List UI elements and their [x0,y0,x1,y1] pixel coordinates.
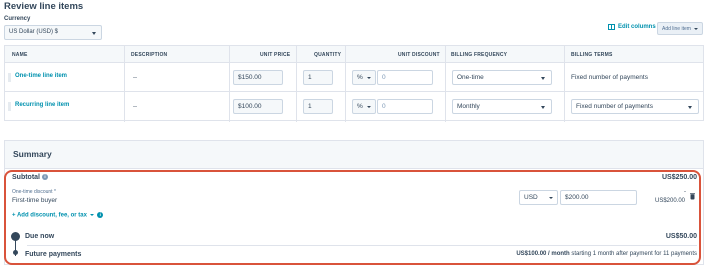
drag-handle-icon[interactable] [8,73,11,82]
discount-type-value: % [357,74,363,81]
discount-value: 0 [382,103,386,110]
table-row: One-time line item -- $150.00 1 % 0 One-… [5,63,703,92]
subtotal-label: Subtotal i [12,174,48,181]
discount-type-select[interactable]: % [352,99,376,114]
currency-label: Currency [4,16,31,22]
quantity-input[interactable]: 1 [303,70,333,85]
billing-frequency-value: Monthly [457,103,480,110]
line-item-name-link[interactable]: One-time line item [15,73,67,79]
billing-frequency-value: One-time [457,74,484,81]
chevron-down-icon [688,106,692,109]
info-icon[interactable]: i [42,174,48,181]
due-now-value: US$50.00 [665,233,697,240]
discount-type-select[interactable]: % [352,70,376,85]
add-discount-label: + Add discount, fee, or tax [12,212,87,219]
discount-amount-input[interactable]: $200.00 [560,190,637,205]
th-description: DESCRIPTION [131,52,168,58]
chevron-down-icon [694,28,698,30]
subtotal-label-text: Subtotal [12,174,40,181]
quantity-value: 1 [308,74,312,81]
page-title: Review line items [4,1,84,12]
discount-currency-value: USD [524,194,538,201]
subtotal-value: US$250.00 [661,174,697,181]
chevron-down-icon [92,32,96,35]
quantity-input[interactable]: 1 [303,99,333,114]
th-unit-price: UNIT PRICE [260,52,291,58]
discount-label: One-time discount * [12,189,56,195]
th-quantity: QUANTITY [314,52,342,58]
future-payments-desc: starting 1 month after payment for 11 pa… [569,251,697,257]
add-line-item-button[interactable]: Add line item [657,22,703,35]
billing-terms-select[interactable]: Fixed number of payments [571,99,699,114]
unit-price-value: $150.00 [238,74,262,81]
add-line-item-label: Add line item [662,26,691,32]
billing-terms-value: Fixed number of payments [576,103,653,110]
chevron-down-icon [549,197,553,199]
divider [27,245,697,246]
discount-currency-select[interactable]: USD [519,190,558,205]
billing-frequency-select[interactable]: Monthly [452,99,552,114]
currency-select[interactable]: US Dollar (USD) $ [4,25,102,40]
summary-title: Summary [13,149,52,159]
due-now-label: Due now [25,233,55,240]
unit-price-input[interactable]: $100.00 [233,99,283,114]
th-unit-discount: UNIT DISCOUNT [398,52,440,58]
chevron-down-icon [541,106,545,109]
unit-price-value: $100.00 [238,103,262,110]
discount-value-input[interactable]: 0 [377,70,433,85]
billing-terms-text: Fixed number of payments [571,74,648,81]
discount-result-value: US$200.00 [655,198,686,204]
future-payments-detail: US$100.00 / month starting 1 month after… [516,251,697,257]
discount-name: First-time buyer [12,197,58,204]
timeline-dot-icon [11,232,20,241]
chevron-down-icon [89,214,94,216]
description-cell: -- [133,104,137,110]
future-payments-label: Future payments [25,251,82,258]
table-header: NAME DESCRIPTION UNIT PRICE QUANTITY UNI… [5,46,703,63]
th-billing-terms: BILLING TERMS [571,52,613,58]
line-items-table: NAME DESCRIPTION UNIT PRICE QUANTITY UNI… [4,45,704,122]
chevron-down-icon [367,106,371,108]
discount-value-input[interactable]: 0 [377,99,433,114]
discount-amount-value: $200.00 [565,194,589,201]
edit-columns-button[interactable]: Edit columns [608,24,656,30]
delete-icon[interactable] [690,193,695,202]
future-payments-amount: US$100.00 / month [516,251,570,257]
description-cell: -- [133,75,137,81]
table-row: Recurring line item -- $100.00 1 % 0 Mon… [5,92,703,121]
discount-type-value: % [357,103,363,110]
th-billing-frequency: BILLING FREQUENCY [451,52,508,58]
columns-icon [608,24,615,30]
th-name: NAME [12,52,28,58]
quantity-value: 1 [308,103,312,110]
add-discount-button[interactable]: + Add discount, fee, or tax i [12,212,104,219]
discount-value: 0 [382,74,386,81]
discount-minus-sign: - [684,189,686,195]
chevron-down-icon [541,77,545,80]
billing-frequency-select[interactable]: One-time [452,70,552,85]
edit-columns-label: Edit columns [618,24,656,30]
summary-header: Summary [5,141,703,169]
drag-handle-icon[interactable] [8,102,11,111]
timeline-dot-icon [13,250,18,255]
line-item-name-link[interactable]: Recurring line item [15,102,69,108]
chevron-down-icon [367,77,371,79]
unit-price-input[interactable]: $150.00 [233,70,283,85]
info-icon[interactable]: i [97,212,104,218]
currency-value: US Dollar (USD) $ [9,29,59,35]
